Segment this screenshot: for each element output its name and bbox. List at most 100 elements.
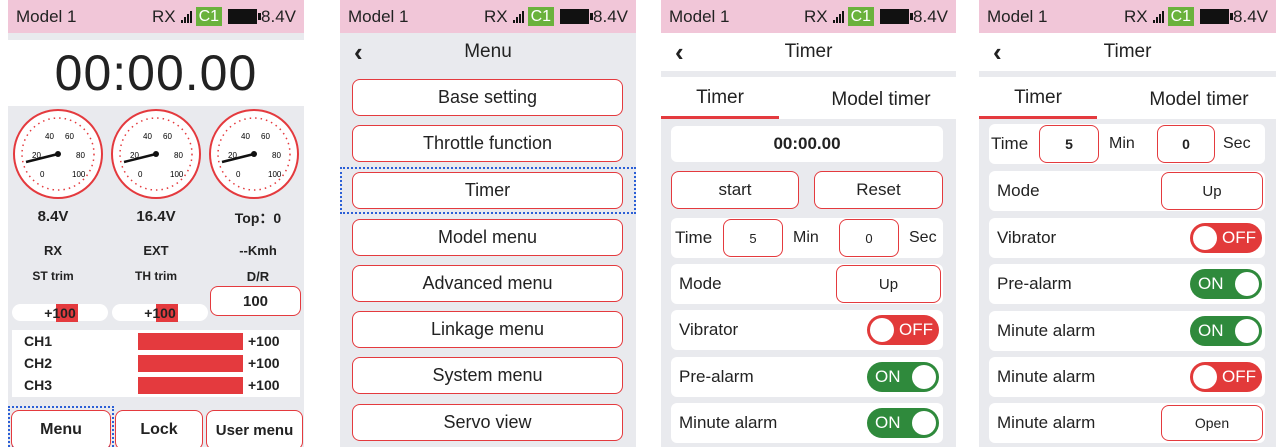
time-label: Time xyxy=(991,134,1029,153)
title-bar: ‹ Menu xyxy=(340,33,636,71)
time-row: Time 5 Min 0 Sec xyxy=(671,218,943,258)
toggle-state: OFF xyxy=(899,320,933,339)
gauge-dial-icon: 20 40 60 80 100 0 xyxy=(111,109,201,199)
title-bar: ‹ Timer xyxy=(979,33,1276,71)
toggle-knob xyxy=(1235,319,1259,343)
rx-label: RX xyxy=(43,243,63,258)
menu-item-system-menu[interactable]: System menu xyxy=(352,357,623,394)
channel-value: +100 xyxy=(248,377,280,393)
st-trim-bar[interactable]: +100 xyxy=(12,303,108,322)
menu-item-label: Advanced menu xyxy=(422,273,553,293)
minute-alarm-row: Minute alarm Open xyxy=(989,403,1265,443)
menu-item-base-setting[interactable]: Base setting xyxy=(352,79,623,116)
min-input[interactable]: 5 xyxy=(723,219,783,257)
vibrator-toggle[interactable]: OFF xyxy=(1190,223,1262,253)
dr-value-button[interactable]: 100 xyxy=(210,286,301,316)
min-value: 5 xyxy=(1065,136,1073,152)
rx-label: RX xyxy=(151,6,176,26)
channel-row: CH2 +100 xyxy=(12,352,300,374)
sec-input[interactable]: 0 xyxy=(839,219,899,257)
open-button-label: Open xyxy=(1194,415,1230,431)
channel-name: CH2 xyxy=(24,355,53,371)
vibrator-row: Vibrator OFF xyxy=(989,218,1265,258)
min-value: 5 xyxy=(749,230,757,246)
minute-alarm-toggle[interactable]: ON xyxy=(867,408,939,438)
lock-button[interactable]: Lock xyxy=(115,410,203,447)
prealarm-toggle[interactable]: ON xyxy=(867,362,939,392)
tab-model-timer[interactable]: Model timer xyxy=(1129,89,1269,111)
minute-alarm-row: Minute alarm ON xyxy=(671,403,943,443)
th-trim-bar[interactable]: +100 xyxy=(112,303,208,322)
st-trim-value: +100 xyxy=(44,303,79,322)
min-input[interactable]: 5 xyxy=(1039,125,1099,163)
tab-timer[interactable]: Timer xyxy=(661,87,779,109)
tab-timer[interactable]: Timer xyxy=(979,87,1097,109)
svg-text:60: 60 xyxy=(163,132,172,141)
channel-value: +100 xyxy=(248,333,280,349)
mode-select[interactable]: Up xyxy=(1161,172,1263,210)
prealarm-toggle[interactable]: ON xyxy=(1190,269,1262,299)
menu-item-timer[interactable]: Timer xyxy=(352,172,623,209)
minute-alarm-label: Minute alarm xyxy=(997,321,1096,340)
menu-item-label: Model menu xyxy=(437,227,538,247)
back-icon[interactable]: ‹ xyxy=(675,37,684,68)
sec-value: 0 xyxy=(1182,136,1190,152)
page-title: Timer xyxy=(784,41,833,62)
min-label: Min xyxy=(1109,135,1135,152)
svg-text:40: 40 xyxy=(45,132,54,141)
time-label: Time xyxy=(675,228,713,247)
minute-alarm-label: Minute alarm xyxy=(997,367,1096,386)
battery-icon xyxy=(228,9,262,24)
menu-item-model-menu[interactable]: Model menu xyxy=(352,219,623,256)
reset-button-label: Reset xyxy=(856,180,901,199)
menu-item-linkage-menu[interactable]: Linkage menu xyxy=(352,311,623,348)
svg-text:0: 0 xyxy=(40,170,45,179)
minute-alarm-toggle[interactable]: ON xyxy=(1190,316,1262,346)
status-indicators: RX C1 8.4V xyxy=(804,7,948,27)
toggle-state: ON xyxy=(875,413,901,432)
ext-voltage-gauge: 20 40 60 80 100 0 xyxy=(108,106,204,207)
svg-text:80: 80 xyxy=(174,151,183,160)
svg-text:20: 20 xyxy=(130,151,139,160)
toggle-knob xyxy=(912,365,936,389)
reset-button[interactable]: Reset xyxy=(814,171,943,209)
start-button[interactable]: start xyxy=(671,171,799,209)
gauge-dial-icon: 20 40 60 80 100 0 xyxy=(13,109,103,199)
back-icon[interactable]: ‹ xyxy=(354,37,363,68)
minute-alarm-toggle[interactable]: OFF xyxy=(1190,362,1262,392)
tab-model-timer[interactable]: Model timer xyxy=(811,89,951,111)
menu-item-label: Throttle function xyxy=(422,133,553,153)
mode-label: Mode xyxy=(997,181,1040,200)
start-button-label: start xyxy=(718,180,752,199)
minute-alarm-label: Minute alarm xyxy=(997,413,1096,432)
toggle-state: OFF xyxy=(1222,367,1256,386)
sec-value: 0 xyxy=(865,230,873,246)
menu-item-throttle-function[interactable]: Throttle function xyxy=(352,125,623,162)
channel-bar xyxy=(138,355,243,372)
menu-button[interactable]: Menu xyxy=(11,410,111,447)
channel-list: CH1 +100 CH2 +100 CH3 +100 xyxy=(12,330,300,397)
battery-voltage: 8.4V xyxy=(1233,6,1268,26)
timer-display-value: 00:00.00 xyxy=(773,134,841,153)
user-menu-button[interactable]: User menu xyxy=(206,410,303,447)
active-tab-indicator xyxy=(979,116,1097,119)
svg-text:80: 80 xyxy=(272,151,281,160)
status-bar: Model 1 RX C1 8.4V xyxy=(661,0,956,33)
back-icon[interactable]: ‹ xyxy=(993,37,1002,68)
channel-row: CH1 +100 xyxy=(12,330,300,352)
vibrator-toggle[interactable]: OFF xyxy=(867,315,939,345)
st-trim-label: ST trim xyxy=(32,269,74,283)
menu-item-servo-view[interactable]: Servo view xyxy=(352,404,623,441)
svg-text:100: 100 xyxy=(72,170,86,179)
rx-voltage-value: 8.4V xyxy=(37,208,69,225)
model-name: Model 1 xyxy=(16,6,77,26)
mode-select[interactable]: Up xyxy=(836,265,941,303)
ext-label: EXT xyxy=(143,243,169,258)
svg-text:20: 20 xyxy=(228,151,237,160)
battery-voltage: 8.4V xyxy=(913,6,948,26)
signal-icon xyxy=(832,10,844,23)
sec-input[interactable]: 0 xyxy=(1157,125,1215,163)
minute-alarm-open-button[interactable]: Open xyxy=(1161,405,1263,441)
mode-value: Up xyxy=(1202,182,1222,200)
menu-item-advanced-menu[interactable]: Advanced menu xyxy=(352,265,623,302)
